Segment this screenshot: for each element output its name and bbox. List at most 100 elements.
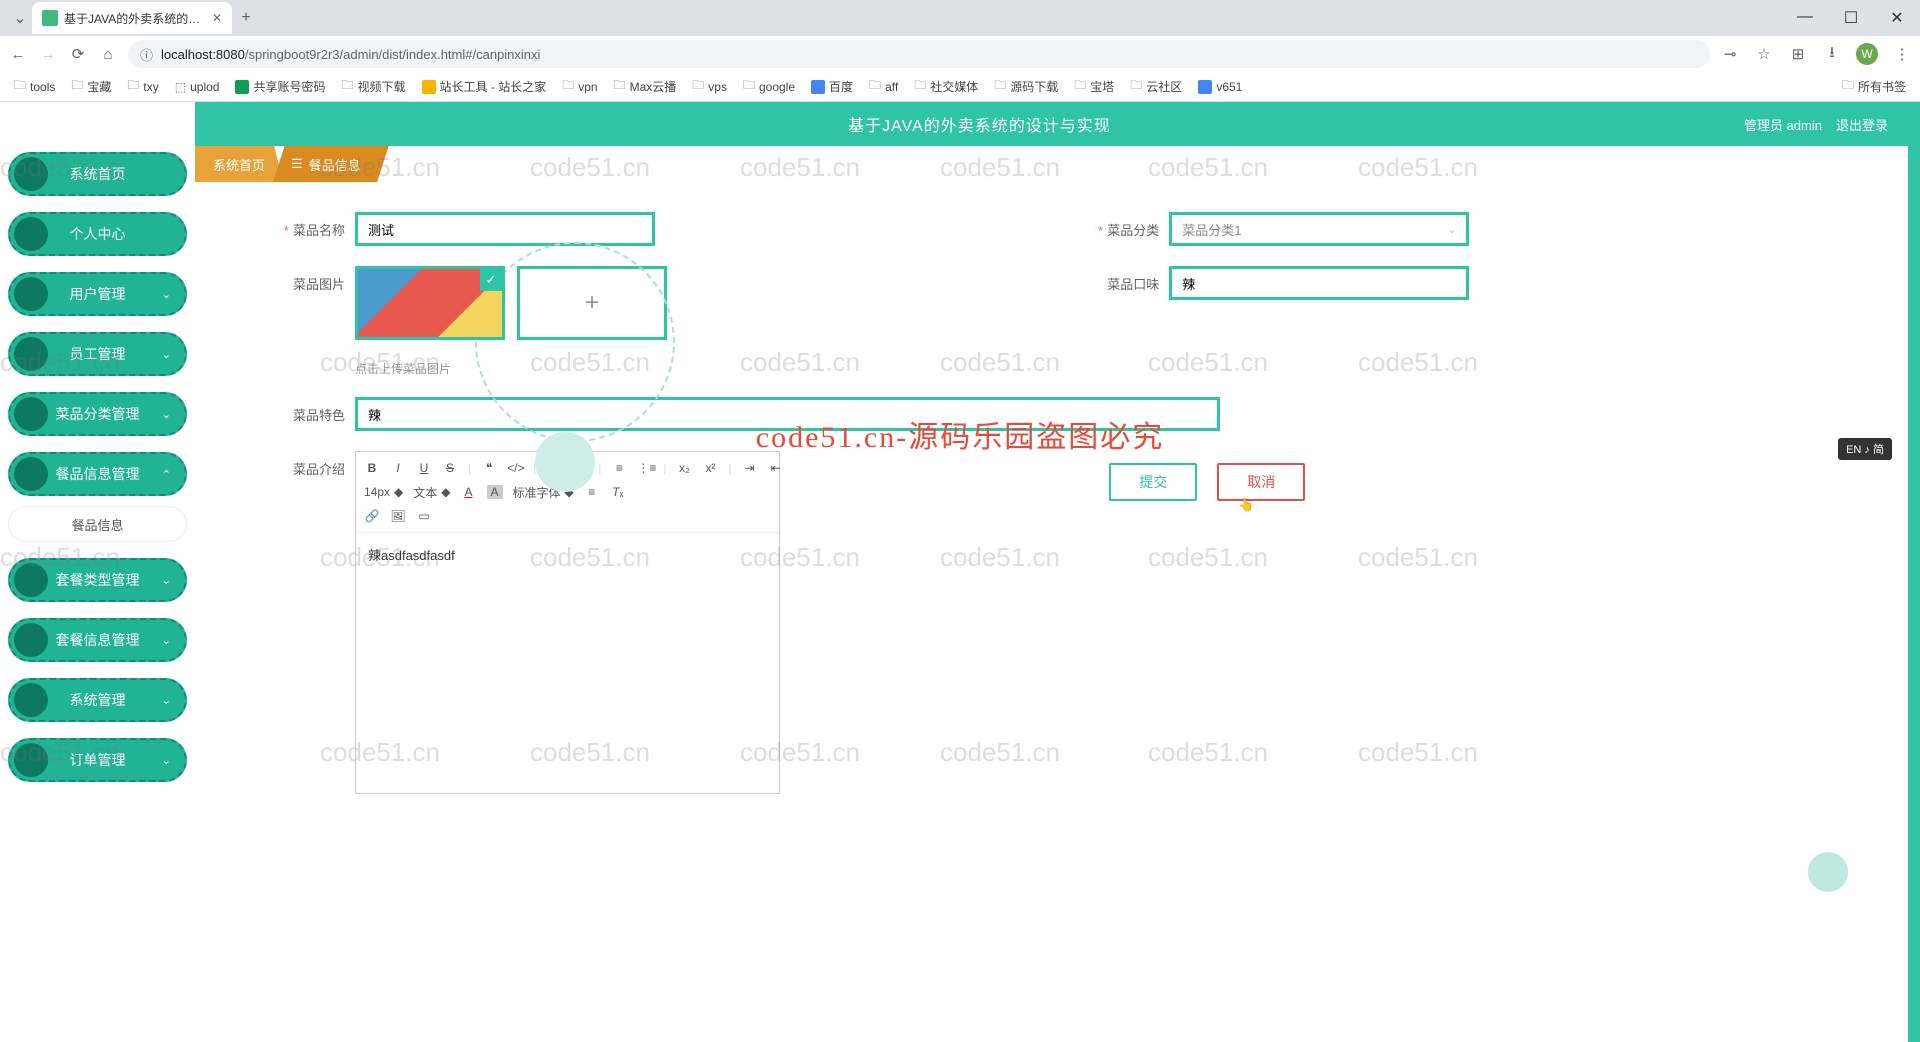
bookmark-item[interactable]: 🗀云社区	[1124, 74, 1188, 99]
link-icon[interactable]: 🔗	[364, 509, 380, 523]
bookmark-item[interactable]: 站长工具 - 站长之家	[416, 76, 553, 97]
page-tabs: 系统首页 ☰餐品信息	[195, 146, 1908, 182]
sidebar-item-users[interactable]: 用户管理⌄	[8, 272, 187, 316]
bookmark-item[interactable]: 🗀源码下载	[988, 74, 1064, 99]
bookmark-item[interactable]: 🗀所有书签	[1836, 74, 1912, 99]
h1-icon[interactable]: H₁	[546, 461, 562, 475]
home-icon[interactable]: ⌂	[98, 46, 118, 63]
sidebar-item-dishes[interactable]: 餐品信息管理⌃	[8, 452, 187, 496]
bookmark-item[interactable]: ⬚uplod	[169, 78, 226, 96]
plus-icon: +	[585, 289, 599, 317]
bookmark-item[interactable]: 🗀vpn	[556, 74, 603, 99]
superscript-icon[interactable]: x²	[703, 461, 719, 475]
site-info-icon[interactable]: ⓘ	[140, 45, 153, 64]
bookmark-item[interactable]: 🗀视频下载	[336, 74, 412, 99]
bookmark-star-icon[interactable]: ☆	[1754, 45, 1774, 63]
address-bar[interactable]: ⓘ localhost:8080/springboot9r2r3/admin/d…	[128, 40, 1710, 68]
browser-tab[interactable]: 基于JAVA的外卖系统的设计与 ✕	[32, 2, 232, 34]
align-icon[interactable]: ≡	[584, 485, 600, 499]
extensions-icon[interactable]: ⊞	[1788, 45, 1808, 63]
h2-icon[interactable]: H₂	[572, 461, 588, 475]
bookmark-item[interactable]: 共享账号密码	[229, 76, 331, 97]
sidebar-item-combo-info[interactable]: 套餐信息管理⌄	[8, 618, 187, 662]
quote-icon[interactable]: ❝	[481, 461, 497, 475]
vpn-key-icon[interactable]: ⊸	[1720, 45, 1740, 63]
code-icon[interactable]: </>	[507, 461, 523, 475]
image-icon[interactable]: 🖼	[390, 509, 406, 523]
sidebar-item-orders[interactable]: 订单管理⌄	[8, 738, 187, 782]
tab-dish-info[interactable]: ☰餐品信息	[273, 146, 389, 182]
sidebar-item-home[interactable]: 系统首页	[8, 152, 187, 196]
bookmark-item[interactable]: 🗀txy	[121, 74, 164, 99]
dish-taste-input[interactable]	[1169, 266, 1469, 300]
tab-dropdown[interactable]: ⌄	[8, 8, 32, 28]
bold-icon[interactable]: B	[364, 461, 380, 475]
admin-label[interactable]: 管理员 admin	[1744, 115, 1822, 134]
back-icon[interactable]: ←	[8, 46, 28, 63]
menu-icon[interactable]: ⋮	[1892, 45, 1912, 63]
folder-icon: 🗀	[614, 76, 626, 97]
forward-icon[interactable]: →	[38, 46, 58, 63]
sidebar-item-category[interactable]: 菜品分类管理⌄	[8, 392, 187, 436]
dish-category-select[interactable]: 菜品分类1 ⌄	[1169, 212, 1469, 246]
font-color-icon[interactable]: A	[461, 485, 477, 499]
bookmarks-bar: 🗀tools 🗀宝藏 🗀txy ⬚uplod 共享账号密码 🗀视频下载 站长工具…	[0, 72, 1920, 102]
upload-add-button[interactable]: +	[517, 266, 667, 340]
ime-badge[interactable]: EN ♪ 简	[1838, 438, 1892, 460]
tab-home[interactable]: 系统首页	[195, 146, 283, 182]
uploaded-image-thumb[interactable]: ✓	[355, 266, 505, 340]
bookmark-item[interactable]: 🗀社交媒体	[908, 74, 984, 99]
dish-name-input[interactable]	[355, 212, 655, 246]
bookmark-item[interactable]: 🗀宝藏	[65, 74, 117, 99]
logout-link[interactable]: 退出登录	[1836, 115, 1888, 134]
folder-icon: 🗀	[869, 76, 881, 97]
bookmark-item[interactable]: v651	[1192, 78, 1248, 96]
bookmark-item[interactable]: 🗀宝塔	[1068, 74, 1120, 99]
font-size-select[interactable]: 14px ◆	[364, 485, 403, 499]
chevron-down-icon: ⌄	[162, 408, 171, 421]
text-type-select[interactable]: 文本 ◆	[413, 484, 450, 501]
editor-content[interactable]: 辣asdfasdfasdf	[356, 533, 779, 793]
font-family-select[interactable]: 标准字体 ◆	[513, 484, 574, 501]
close-tab-icon[interactable]: ✕	[212, 11, 222, 25]
underline-icon[interactable]: U	[416, 461, 432, 475]
sidebar-subitem-dish-info[interactable]: 餐品信息	[8, 506, 187, 542]
folder-icon: 🗀	[14, 76, 26, 97]
italic-icon[interactable]: I	[390, 461, 406, 475]
sidebar-item-combo-type[interactable]: 套餐类型管理⌄	[8, 558, 187, 602]
bookmark-item[interactable]: 🗀google	[737, 74, 801, 99]
maximize-icon[interactable]: ☐	[1828, 8, 1874, 28]
bg-color-icon[interactable]: A	[487, 485, 503, 499]
subscript-icon[interactable]: x₂	[677, 461, 693, 475]
list-icon: ☰	[291, 156, 303, 172]
submit-button[interactable]: 提交	[1109, 463, 1197, 501]
bookmark-item[interactable]: 百度	[805, 76, 859, 97]
dish-taste-label: 菜品口味	[1059, 266, 1169, 293]
clear-format-icon[interactable]: Tₓ	[610, 485, 626, 499]
bookmark-item[interactable]: 🗀tools	[8, 74, 61, 99]
chevron-updown-icon: ◆	[565, 485, 574, 499]
ordered-list-icon[interactable]: ≡	[611, 461, 627, 475]
unordered-list-icon[interactable]: ⋮≡	[637, 461, 653, 475]
dish-feature-input[interactable]	[355, 397, 1220, 431]
strike-icon[interactable]: S	[442, 461, 458, 475]
close-window-icon[interactable]: ✕	[1874, 8, 1920, 28]
bookmark-item[interactable]: 🗀aff	[863, 74, 904, 99]
sidebar-item-staff[interactable]: 员工管理⌄	[8, 332, 187, 376]
video-icon[interactable]: ▭	[416, 509, 432, 523]
upload-hint: 点击上传菜品图片	[355, 360, 1858, 377]
bookmark-item[interactable]: 🗀Max云播	[608, 74, 683, 99]
new-tab-button[interactable]: +	[232, 9, 260, 27]
reload-icon[interactable]: ⟳	[68, 45, 88, 63]
indent-icon[interactable]: ⇥	[742, 461, 758, 475]
profile-avatar[interactable]: W	[1856, 43, 1878, 65]
download-icon[interactable]: ⭳	[1822, 42, 1842, 67]
bookmark-item[interactable]: 🗀vps	[686, 74, 733, 99]
sidebar-item-profile[interactable]: 个人中心	[8, 212, 187, 256]
outdent-icon[interactable]: ⇤	[768, 461, 784, 475]
minimize-icon[interactable]: —	[1782, 8, 1828, 28]
right-scrollbar[interactable]	[1908, 102, 1920, 1042]
cancel-button[interactable]: 取消	[1217, 463, 1305, 501]
sidebar-item-system[interactable]: 系统管理⌄	[8, 678, 187, 722]
dish-category-label: *菜品分类	[1059, 212, 1169, 239]
